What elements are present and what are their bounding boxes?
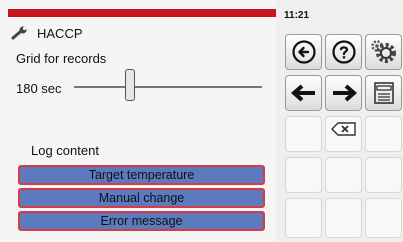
arrow-right-icon <box>332 84 357 102</box>
settings-button[interactable] <box>365 34 402 70</box>
empty-key <box>285 157 322 193</box>
empty-key <box>365 198 402 238</box>
grid-value: 180 sec <box>16 81 62 96</box>
save-icon <box>373 82 394 104</box>
settings-gear-icon <box>370 40 396 63</box>
back-button[interactable] <box>285 34 322 70</box>
arrow-right-button[interactable] <box>325 75 362 111</box>
arrow-left-button[interactable] <box>285 75 322 111</box>
header-accent-bar <box>8 9 276 17</box>
log-item-manual-change[interactable]: Manual change <box>18 188 265 208</box>
clock: 11:21 <box>284 10 310 21</box>
log-item-target-temperature[interactable]: Target temperature <box>18 165 265 185</box>
help-button[interactable] <box>325 34 362 70</box>
empty-key <box>285 198 322 238</box>
log-content-heading: Log content <box>31 143 99 158</box>
back-circle-icon <box>291 40 316 64</box>
empty-key <box>365 116 402 152</box>
empty-key <box>325 198 362 238</box>
backspace-button[interactable] <box>325 116 362 152</box>
page-title: HACCP <box>37 25 83 41</box>
arrow-left-icon <box>290 84 315 102</box>
empty-key <box>365 157 402 193</box>
backspace-icon <box>330 122 356 136</box>
grid-slider-handle[interactable] <box>125 69 135 101</box>
wrench-icon <box>11 26 27 40</box>
save-button[interactable] <box>365 75 402 111</box>
empty-key <box>285 116 322 152</box>
log-item-error-message[interactable]: Error message <box>18 211 265 231</box>
empty-key <box>325 157 362 193</box>
grid-label: Grid for records <box>16 51 107 66</box>
grid-slider-track[interactable] <box>74 86 262 88</box>
help-icon <box>331 40 356 64</box>
page-header: HACCP <box>11 25 83 41</box>
